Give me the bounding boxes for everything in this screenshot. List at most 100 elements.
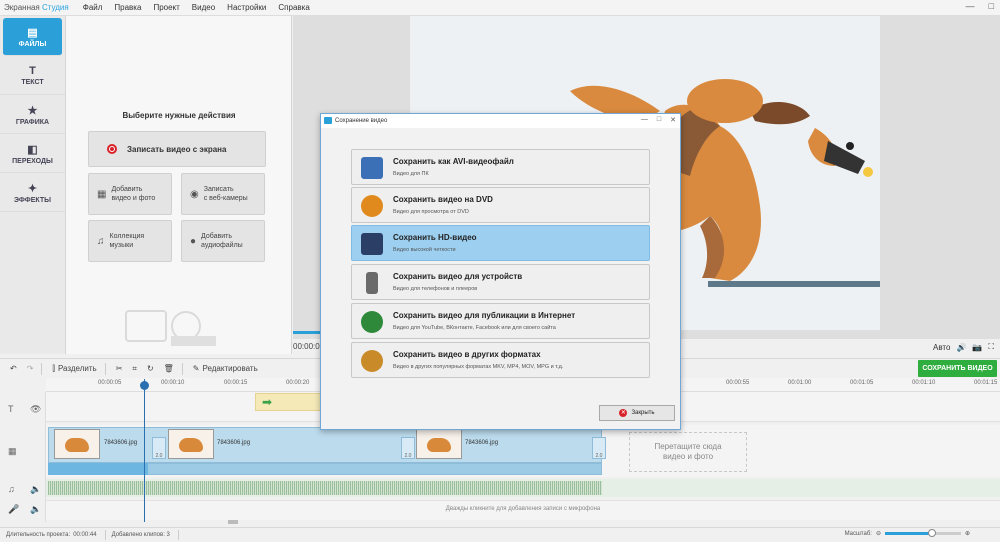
ruler-tick: 00:00:10 (161, 380, 185, 386)
monitor-icon (361, 233, 383, 255)
minimize-button[interactable]: — (966, 1, 975, 11)
window-controls: — □ (966, 1, 994, 11)
option-devices[interactable]: Сохранить видео для устройств Видео для … (351, 264, 650, 300)
transition-marker[interactable]: 2.0 (592, 437, 606, 459)
menu-settings[interactable]: Настройки (227, 3, 266, 12)
zoom-control: Масштаб: ⊖ ⊕ (845, 529, 970, 537)
option-avi[interactable]: Сохранить как AVI-видеофайл Видео для ПК (351, 149, 650, 185)
audio-waveform[interactable] (48, 481, 602, 495)
transition-marker[interactable]: 2.0 (152, 437, 166, 459)
ruler-tick: 00:00:55 (726, 380, 750, 386)
ruler-tick: 00:01:05 (850, 380, 874, 386)
webcam-icon: ◉ (190, 188, 199, 200)
option-internet[interactable]: Сохранить видео для публикации в Интерне… (351, 303, 650, 339)
edit-button[interactable]: ✎ Редактировать (193, 364, 258, 373)
volume-icon[interactable]: 🔈 (30, 504, 41, 515)
globe-icon (361, 311, 383, 333)
tab-graphics[interactable]: ★ ГРАФИКА (0, 96, 65, 134)
eye-icon[interactable]: 👁 (30, 404, 41, 415)
maximize-button[interactable]: □ (989, 1, 994, 11)
duration-value: 00:00:44 (73, 532, 97, 538)
menu-help[interactable]: Справка (278, 3, 309, 12)
microphone-hint: Дважды кликните для добавления записи с … (445, 506, 601, 512)
tab-files[interactable]: ▤ ФАЙЛЫ (3, 18, 62, 56)
cut-icon[interactable]: ✂ (116, 364, 123, 373)
actions-panel: Выберите нужные действия Записать видео … (66, 16, 292, 354)
auto-quality-label[interactable]: Авто (933, 343, 950, 352)
zoom-slider-handle[interactable] (928, 529, 937, 537)
drop-zone[interactable]: Перетащите сюда видео и фото (629, 432, 747, 472)
preview-controls: Авто 🔊 📷 ⛶ (933, 342, 994, 352)
zoom-slider[interactable] (884, 529, 961, 537)
star-icon: ★ (27, 104, 38, 117)
delete-icon[interactable]: 🗑 (164, 364, 174, 373)
phone-icon (366, 272, 378, 294)
text-icon: T (29, 65, 36, 77)
status-divider (177, 530, 179, 540)
dialog-close-action-button[interactable]: ✕ Закрыть (599, 405, 675, 421)
playhead-handle[interactable] (140, 381, 149, 390)
menu-edit[interactable]: Правка (114, 3, 141, 12)
clip-name: 7843606.jpg (104, 440, 138, 446)
fullscreen-icon[interactable]: ⛶ (988, 342, 994, 352)
toolbar-divider (181, 362, 183, 375)
menu-video[interactable]: Видео (192, 3, 215, 12)
microphone-track-icon: 🎤 (8, 504, 20, 514)
film-icon: ▦ (97, 188, 107, 200)
redo-icon[interactable]: ↷ (27, 364, 34, 373)
option-dvd[interactable]: Сохранить видео на DVD Видео для просмот… (351, 187, 650, 223)
split-button[interactable]: ⫿ Разделить (52, 364, 96, 374)
music-collection-button[interactable]: ♫ Коллекция музыки (88, 220, 172, 262)
clip-name: 7843606.jpg (465, 440, 499, 446)
app-title: Экранная Студия (4, 3, 69, 12)
menu-file[interactable]: Файл (83, 3, 103, 12)
menu-project[interactable]: Проект (153, 3, 179, 12)
preview-timecode: 00:00:0 (293, 342, 320, 351)
microphone-icon: ● (190, 235, 197, 247)
dialog-title: Сохранение видео (335, 118, 388, 124)
timeline-scrollbar[interactable] (228, 520, 238, 524)
transition-marker[interactable]: 2.0 (401, 437, 415, 459)
clip-thumbnail[interactable] (54, 429, 100, 459)
clip-effects-selection[interactable] (48, 463, 148, 475)
dialog-title-bar: Сохранение видео — □ ✕ (321, 114, 680, 128)
tab-transitions[interactable]: ◧ ПЕРЕХОДЫ (0, 135, 65, 173)
option-hd[interactable]: Сохранить HD-видео Видео высокой четкост… (351, 225, 650, 261)
rotate-icon[interactable]: ↻ (147, 364, 154, 373)
clips-count: Добавлено клипов: 3 (111, 532, 170, 538)
webcam-record-button[interactable]: ◉ Записать с веб-камеры (181, 173, 265, 215)
save-video-dialog: Сохранение видео — □ ✕ Сохранить как AVI… (320, 113, 681, 430)
film-reel-icon (361, 350, 383, 372)
option-other-formats[interactable]: Сохранить видео в других форматах Видео … (351, 342, 650, 378)
undo-icon[interactable]: ↶ (10, 364, 17, 373)
volume-icon[interactable]: 🔈 (30, 484, 41, 495)
volume-icon[interactable]: 🔊 (956, 343, 966, 352)
dialog-minimize-button[interactable]: — (641, 116, 648, 124)
crop-icon[interactable]: ⌗ (132, 364, 137, 374)
transitions-icon: ◧ (27, 143, 38, 156)
clip-thumbnail[interactable] (168, 429, 214, 459)
clip-thumbnail[interactable] (416, 429, 462, 459)
title-clip[interactable]: ➡ (255, 393, 325, 411)
add-video-photo-button[interactable]: ▦ Добавить видео и фото (88, 173, 172, 215)
ruler-tick: 00:01:00 (788, 380, 812, 386)
text-track-icon: T (8, 404, 14, 414)
playhead[interactable] (144, 379, 145, 522)
arrow-right-icon: ➡ (262, 395, 273, 409)
menu-bar: Файл Правка Проект Видео Настройки Справ… (83, 3, 310, 12)
tab-text[interactable]: T ТЕКСТ (0, 57, 65, 95)
save-video-button[interactable]: СОХРАНИТЬ ВИДЕО (918, 360, 997, 377)
dialog-maximize-button[interactable]: □ (657, 116, 661, 124)
dvd-icon (361, 195, 383, 217)
side-tab-rail: ▤ ФАЙЛЫ T ТЕКСТ ★ ГРАФИКА ◧ ПЕРЕХОДЫ ✦ ЭФФЕКТ… (0, 16, 66, 354)
zoom-out-icon[interactable]: ⊖ (876, 530, 881, 537)
track-headers: T 👁 ▦ ♫ 🔈 🎤 🔈 (0, 392, 46, 522)
add-audio-button[interactable]: ● Добавить аудиофайлы (181, 220, 265, 262)
tab-effects[interactable]: ✦ ЭФФЕКТЫ (0, 174, 65, 212)
snapshot-icon[interactable]: 📷 (972, 343, 982, 352)
split-icon: ⫿ (52, 363, 55, 373)
zoom-in-icon[interactable]: ⊕ (965, 530, 970, 537)
panel-title: Выберите нужные действия (122, 111, 236, 120)
dialog-close-button[interactable]: ✕ (670, 116, 676, 124)
record-screen-button[interactable]: Записать видео с экрана (88, 131, 266, 167)
